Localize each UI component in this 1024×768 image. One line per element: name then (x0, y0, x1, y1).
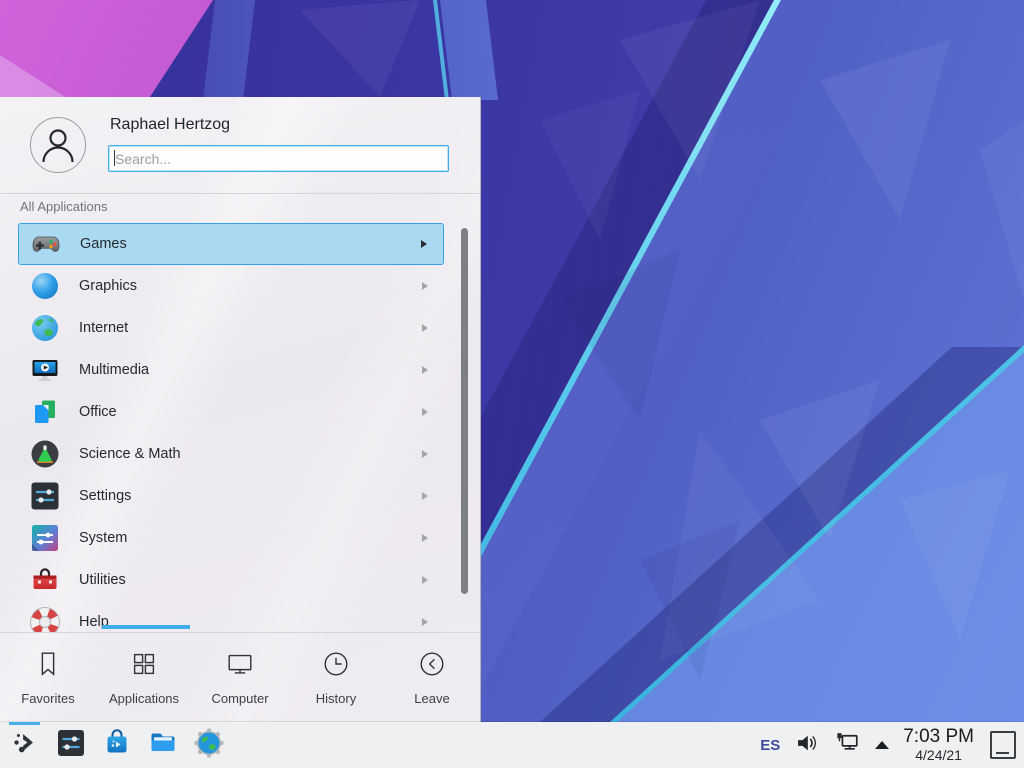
submenu-arrow-icon (422, 408, 428, 416)
application-launcher-button[interactable] (8, 728, 42, 762)
leave-icon (417, 649, 447, 684)
user-name: Raphael Hertzog (110, 116, 230, 134)
category-multimedia[interactable]: Multimedia (18, 349, 444, 391)
category-label: Settings (79, 488, 422, 504)
tab-favorites[interactable]: Favorites (0, 633, 96, 722)
tab-history[interactable]: History (288, 633, 384, 722)
category-help[interactable]: Help (18, 601, 444, 632)
discover-bag-icon (101, 727, 133, 764)
category-settings[interactable]: Settings (18, 475, 444, 517)
tab-computer[interactable]: Computer (192, 633, 288, 722)
network-icon[interactable] (834, 729, 861, 761)
text-cursor (114, 150, 115, 166)
system-settings-icon (55, 727, 87, 764)
system-settings-button[interactable] (54, 728, 88, 762)
scroll-edge-highlight (102, 625, 190, 629)
category-label: System (79, 530, 422, 546)
tab-label: Applications (109, 691, 179, 706)
volume-icon[interactable] (794, 730, 820, 761)
show-desktop-button[interactable] (990, 731, 1016, 759)
submenu-arrow-icon (422, 282, 428, 290)
category-label: Office (79, 404, 422, 420)
taskbar-apps (8, 728, 226, 762)
tab-label: History (316, 691, 356, 706)
taskbar-panel: ES 7:03 PM 4/2 (0, 722, 1024, 768)
tab-label: Favorites (21, 691, 74, 706)
expand-tray-icon[interactable] (875, 741, 889, 749)
kickoff-icon (10, 728, 40, 763)
search-field-wrap (108, 145, 449, 172)
tab-leave[interactable]: Leave (384, 633, 480, 722)
section-label: All Applications (20, 199, 107, 214)
flask-icon (29, 438, 61, 470)
desktop: Raphael Hertzog All Applications (0, 0, 1024, 768)
header-divider (0, 193, 480, 194)
sliders-icon (29, 480, 61, 512)
gamepad-icon (30, 228, 62, 260)
category-label: Utilities (79, 572, 422, 588)
globe-icon (29, 312, 61, 344)
discover-button[interactable] (100, 728, 134, 762)
lifebuoy-icon (29, 606, 61, 632)
file-manager-button[interactable] (146, 728, 180, 762)
submenu-arrow-icon (422, 492, 428, 500)
active-indicator (9, 722, 40, 725)
category-utilities[interactable]: Utilities (18, 559, 444, 601)
category-list: Games Graphics (0, 223, 456, 632)
media-player-icon (29, 354, 61, 386)
search-input[interactable] (108, 145, 449, 172)
system-tray: ES 7:03 PM 4/2 (760, 727, 1016, 763)
category-label: Multimedia (79, 362, 422, 378)
submenu-arrow-icon (421, 240, 427, 248)
category-label: Games (80, 236, 421, 252)
user-avatar-icon (30, 117, 86, 173)
keyboard-layout-indicator[interactable]: ES (760, 737, 780, 754)
submenu-arrow-icon (422, 450, 428, 458)
documents-icon (29, 396, 61, 428)
toolbox-icon (29, 564, 61, 596)
tab-label: Leave (414, 691, 449, 706)
category-system[interactable]: System (18, 517, 444, 559)
submenu-arrow-icon (422, 576, 428, 584)
scrollbar[interactable] (461, 228, 468, 594)
category-internet[interactable]: Internet (18, 307, 444, 349)
launcher-tabbar: Favorites Applications C (0, 633, 480, 722)
clock-date: 4/24/21 (903, 748, 974, 763)
category-label: Internet (79, 320, 422, 336)
grid-icon (129, 649, 159, 684)
submenu-arrow-icon (422, 534, 428, 542)
folder-icon (147, 727, 179, 764)
submenu-arrow-icon (422, 324, 428, 332)
monitor-icon (225, 649, 255, 684)
application-launcher-menu: Raphael Hertzog All Applications (0, 97, 481, 722)
bookmark-icon (33, 649, 63, 684)
submenu-arrow-icon (422, 366, 428, 374)
category-label: Science & Math (79, 446, 422, 462)
clock-time: 7:03 PM (903, 727, 974, 748)
tab-label: Computer (211, 691, 268, 706)
tab-applications[interactable]: Applications (96, 633, 192, 722)
system-sliders-icon (29, 522, 61, 554)
category-label: Graphics (79, 278, 422, 294)
clock-icon (321, 649, 351, 684)
sphere-icon (29, 270, 61, 302)
web-browser-button[interactable] (192, 728, 226, 762)
digital-clock[interactable]: 7:03 PM 4/24/21 (903, 727, 974, 763)
category-graphics[interactable]: Graphics (18, 265, 444, 307)
category-science-math[interactable]: Science & Math (18, 433, 444, 475)
browser-globe-icon (193, 727, 225, 764)
submenu-arrow-icon (422, 618, 428, 626)
category-office[interactable]: Office (18, 391, 444, 433)
category-games[interactable]: Games (18, 223, 444, 265)
